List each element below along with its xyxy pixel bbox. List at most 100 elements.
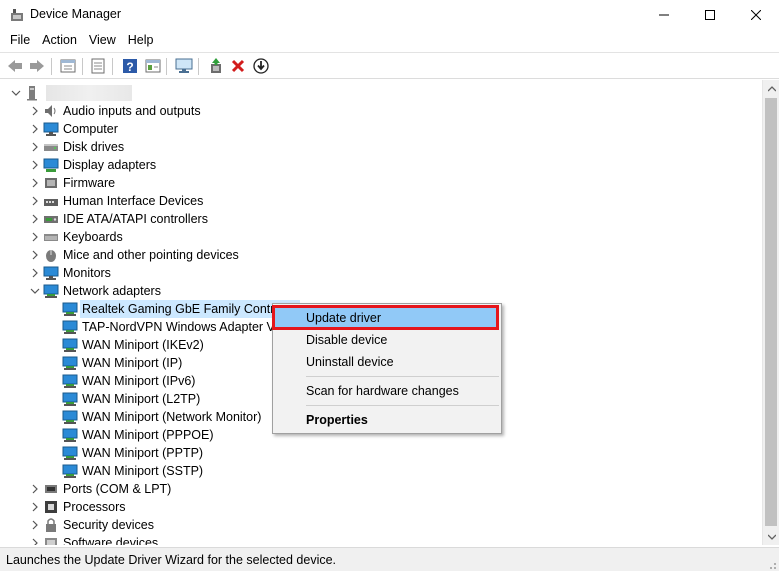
chevron-right-icon[interactable] <box>27 120 43 138</box>
network-child-tap-nordvpn[interactable]: TAP-NordVPN Windows Adapter V9 <box>62 318 282 336</box>
network-child-wan-l2tp[interactable]: WAN Miniport (L2TP) <box>62 390 200 408</box>
ctx-update-driver[interactable]: Update driver <box>275 308 499 328</box>
maximize-button[interactable] <box>687 0 733 30</box>
chevron-right-icon[interactable] <box>27 480 43 498</box>
tree-root[interactable] <box>8 84 132 102</box>
scrollbar-thumb[interactable] <box>765 98 777 526</box>
category-hid[interactable]: Human Interface Devices <box>27 192 203 210</box>
ctx-separator <box>306 376 499 377</box>
category-firmware[interactable]: Firmware <box>27 174 115 192</box>
network-child-wan-pptp[interactable]: WAN Miniport (PPTP) <box>62 444 203 462</box>
scroll-down-arrow-icon[interactable] <box>763 528 779 545</box>
speaker-icon <box>43 103 59 119</box>
close-button[interactable] <box>733 0 779 30</box>
network-adapter-icon <box>43 283 59 299</box>
add-driver-icon[interactable] <box>206 56 226 76</box>
properties-sheet-icon[interactable] <box>58 56 78 76</box>
firmware-icon <box>43 175 59 191</box>
forward-arrow-icon[interactable] <box>27 56 47 76</box>
category-software-devices[interactable]: Software devices <box>27 534 158 545</box>
menu-file[interactable]: File <box>4 30 36 52</box>
network-adapter-icon <box>62 463 78 479</box>
minimize-button[interactable] <box>641 0 687 30</box>
port-icon <box>43 481 59 497</box>
monitor-icon <box>43 265 59 281</box>
uninstall-x-icon[interactable] <box>228 56 248 76</box>
network-child-wan-netmon[interactable]: WAN Miniport (Network Monitor) <box>62 408 261 426</box>
back-arrow-icon[interactable] <box>5 56 25 76</box>
svg-text:?: ? <box>126 60 133 74</box>
network-adapter-icon <box>62 427 78 443</box>
category-network-adapters[interactable]: Network adapters <box>27 282 161 300</box>
network-adapter-icon <box>62 445 78 461</box>
toolbar: ? <box>0 52 779 79</box>
ctx-properties[interactable]: Properties <box>275 410 499 430</box>
ctx-scan-hardware[interactable]: Scan for hardware changes <box>275 381 499 401</box>
context-menu: Update driver Disable device Uninstall d… <box>272 303 502 434</box>
category-monitors[interactable]: Monitors <box>27 264 111 282</box>
network-child-wan-ikev2[interactable]: WAN Miniport (IKEv2) <box>62 336 204 354</box>
network-adapter-icon <box>62 409 78 425</box>
title-bar: Device Manager <box>0 0 779 30</box>
computer-name-blurred <box>46 85 132 101</box>
device-manager-icon <box>10 8 24 22</box>
category-computer[interactable]: Computer <box>27 120 118 138</box>
menu-view[interactable]: View <box>83 30 122 52</box>
chevron-down-icon[interactable] <box>27 282 43 300</box>
chevron-right-icon[interactable] <box>27 246 43 264</box>
chevron-right-icon[interactable] <box>27 192 43 210</box>
category-ports[interactable]: Ports (COM & LPT) <box>27 480 171 498</box>
security-device-icon <box>43 517 59 533</box>
disk-drive-icon <box>43 139 59 155</box>
network-child-wan-ipv6[interactable]: WAN Miniport (IPv6) <box>62 372 195 390</box>
help-icon[interactable]: ? <box>120 56 140 76</box>
list-view-icon[interactable] <box>88 56 108 76</box>
category-disk-drives[interactable]: Disk drives <box>27 138 124 156</box>
chevron-right-icon[interactable] <box>27 210 43 228</box>
download-circle-icon[interactable] <box>251 56 271 76</box>
vertical-scrollbar[interactable] <box>762 80 779 545</box>
category-keyboards[interactable]: Keyboards <box>27 228 123 246</box>
network-child-realtek[interactable]: Realtek Gaming GbE Family Controller <box>62 300 301 318</box>
scroll-up-arrow-icon[interactable] <box>763 80 779 97</box>
network-adapter-icon <box>62 337 78 353</box>
network-adapter-icon <box>62 319 78 335</box>
ctx-separator <box>306 405 499 406</box>
processor-icon <box>43 499 59 515</box>
network-adapter-icon <box>62 355 78 371</box>
network-adapter-icon <box>62 373 78 389</box>
software-device-icon <box>43 535 59 545</box>
chevron-right-icon[interactable] <box>27 498 43 516</box>
network-child-wan-sstp[interactable]: WAN Miniport (SSTP) <box>62 462 203 480</box>
category-display-adapters[interactable]: Display adapters <box>27 156 156 174</box>
hid-icon <box>43 193 59 209</box>
category-ide[interactable]: IDE ATA/ATAPI controllers <box>27 210 208 228</box>
mouse-icon <box>43 247 59 263</box>
ctx-disable-device[interactable]: Disable device <box>275 330 499 350</box>
chevron-right-icon[interactable] <box>27 174 43 192</box>
monitor-scan-icon[interactable] <box>174 56 194 76</box>
computer-root-icon <box>24 85 40 101</box>
category-processors[interactable]: Processors <box>27 498 126 516</box>
chevron-right-icon[interactable] <box>27 102 43 120</box>
chevron-down-icon[interactable] <box>8 84 24 102</box>
resources-view-icon[interactable] <box>143 56 163 76</box>
resize-grip-icon[interactable] <box>767 559 777 569</box>
category-security-devices[interactable]: Security devices <box>27 516 154 534</box>
chevron-right-icon[interactable] <box>27 516 43 534</box>
network-child-wan-pppoe[interactable]: WAN Miniport (PPPOE) <box>62 426 214 444</box>
chevron-right-icon[interactable] <box>27 156 43 174</box>
ctx-uninstall-device[interactable]: Uninstall device <box>275 352 499 372</box>
chevron-right-icon[interactable] <box>27 534 43 545</box>
chevron-right-icon[interactable] <box>27 138 43 156</box>
network-child-wan-ip[interactable]: WAN Miniport (IP) <box>62 354 182 372</box>
category-mice[interactable]: Mice and other pointing devices <box>27 246 239 264</box>
category-audio[interactable]: Audio inputs and outputs <box>27 102 201 120</box>
chevron-right-icon[interactable] <box>27 264 43 282</box>
status-bar: Launches the Update Driver Wizard for th… <box>0 547 779 571</box>
menu-action[interactable]: Action <box>36 30 83 52</box>
menu-help[interactable]: Help <box>122 30 160 52</box>
ide-controller-icon <box>43 211 59 227</box>
chevron-right-icon[interactable] <box>27 228 43 246</box>
display-adapter-icon <box>43 157 59 173</box>
